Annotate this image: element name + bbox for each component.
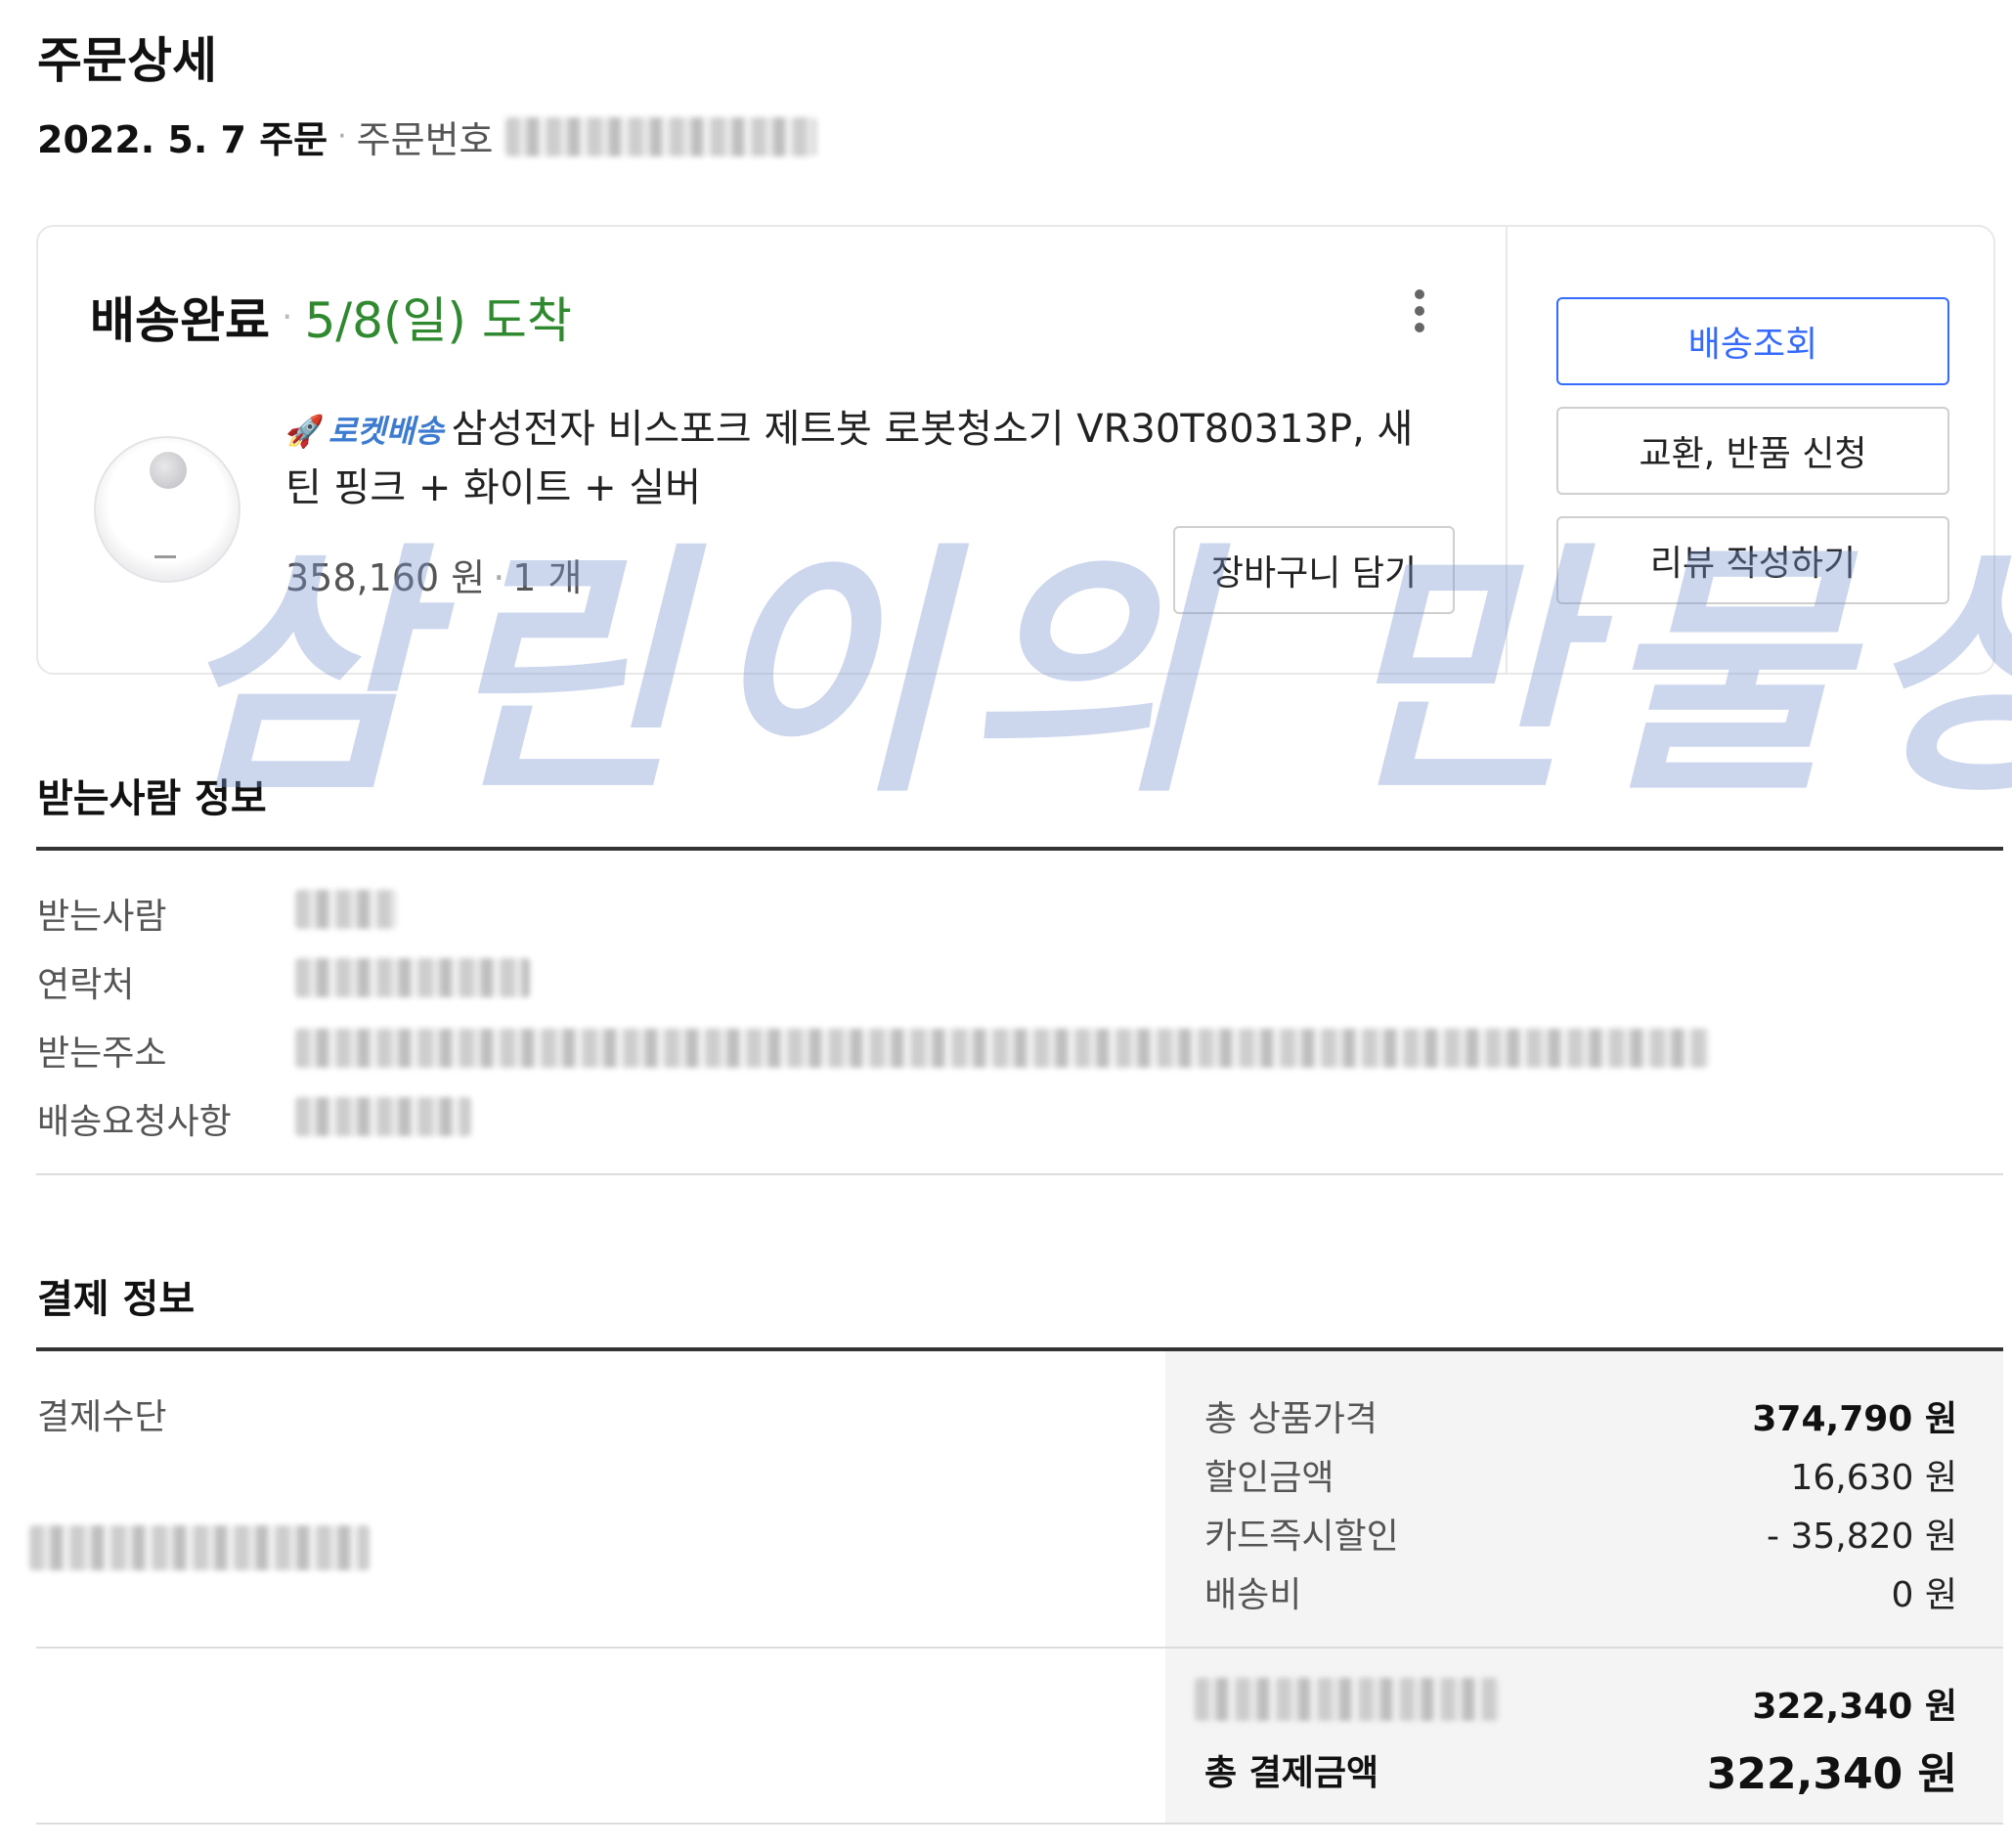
arrival-date: 5/8(일) 도착 <box>304 292 572 349</box>
contact-label: 연락처 <box>37 965 135 1005</box>
product-name[interactable]: 삼성전자 비스포크 제트봇 로봇청소기 VR30T80313P, 새틴 핑크 +… <box>285 407 1413 510</box>
more-options-icon[interactable] <box>1408 289 1431 332</box>
write-review-button[interactable]: 리뷰 작성하기 <box>1556 516 1949 604</box>
address-redacted <box>295 1029 1709 1068</box>
discount-value: 16,630 원 <box>1790 1458 1957 1498</box>
section-rule <box>36 847 2003 851</box>
card-name-redacted <box>1195 1678 1500 1721</box>
receiver-section-title: 받는사람 정보 <box>37 776 267 821</box>
product-price: 358,160 원 <box>285 556 486 599</box>
payment-method-label: 결제수단 <box>37 1397 167 1437</box>
card-payment-amount: 322,340 원 <box>1752 1687 1957 1727</box>
separator-dot: · <box>282 296 293 337</box>
total-payment-label: 총 결제금액 <box>1204 1753 1379 1793</box>
card-discount-label: 카드즉시할인 <box>1204 1517 1399 1557</box>
shipment-status: 배송완료 · 5/8(일) 도착 <box>90 282 572 352</box>
order-number-label: 주문번호 <box>356 118 494 161</box>
price-quantity: 358,160 원 · 1 개 <box>285 548 583 601</box>
delivery-request-redacted <box>295 1097 471 1136</box>
page-title: 주문상세 <box>37 32 217 89</box>
total-product-price-value: 374,790 원 <box>1752 1399 1957 1439</box>
exchange-return-button[interactable]: 교환, 반품 신청 <box>1556 407 1949 495</box>
address-label: 받는주소 <box>37 1034 167 1074</box>
card-discount-value: - 35,820 원 <box>1767 1517 1957 1557</box>
discount-label: 할인금액 <box>1204 1458 1334 1498</box>
section-rule <box>36 1823 2003 1825</box>
shipping-fee-value: 0 원 <box>1891 1575 1957 1615</box>
payment-section-title: 결제 정보 <box>37 1277 196 1322</box>
payment-divider <box>36 1647 2003 1649</box>
separator-dot: · <box>337 119 347 154</box>
shipping-fee-label: 배송비 <box>1204 1575 1302 1615</box>
card-divider <box>1506 226 1508 674</box>
add-to-cart-button[interactable]: 장바구니 담기 <box>1173 526 1455 614</box>
rocket-icon: 🚀 <box>285 413 325 450</box>
product-image[interactable] <box>94 436 241 583</box>
section-rule <box>36 1173 2003 1175</box>
total-product-price-label: 총 상품가격 <box>1204 1399 1378 1439</box>
order-number-redacted <box>504 116 816 156</box>
receiver-name-label: 받는사람 <box>37 897 167 937</box>
product-quantity: 1 개 <box>512 556 583 599</box>
delivery-status: 배송완료 <box>90 292 270 349</box>
payment-method-redacted <box>29 1525 370 1570</box>
order-info: 2022. 5. 7 주문 · 주문번호 <box>37 110 816 163</box>
delivery-request-label: 배송요청사항 <box>37 1102 232 1142</box>
order-date: 2022. 5. 7 주문 <box>37 118 328 161</box>
rocket-delivery-badge: 🚀 로켓배송 <box>285 413 444 450</box>
contact-redacted <box>295 958 530 997</box>
separator-dot: · <box>493 556 505 599</box>
receiver-name-redacted <box>295 890 397 929</box>
track-delivery-button[interactable]: 배송조회 <box>1556 297 1949 385</box>
product-title[interactable]: 🚀 로켓배송 삼성전자 비스포크 제트봇 로봇청소기 VR30T80313P, 새틴… <box>285 401 1439 516</box>
total-payment-value: 322,340 원 <box>1706 1749 1957 1799</box>
